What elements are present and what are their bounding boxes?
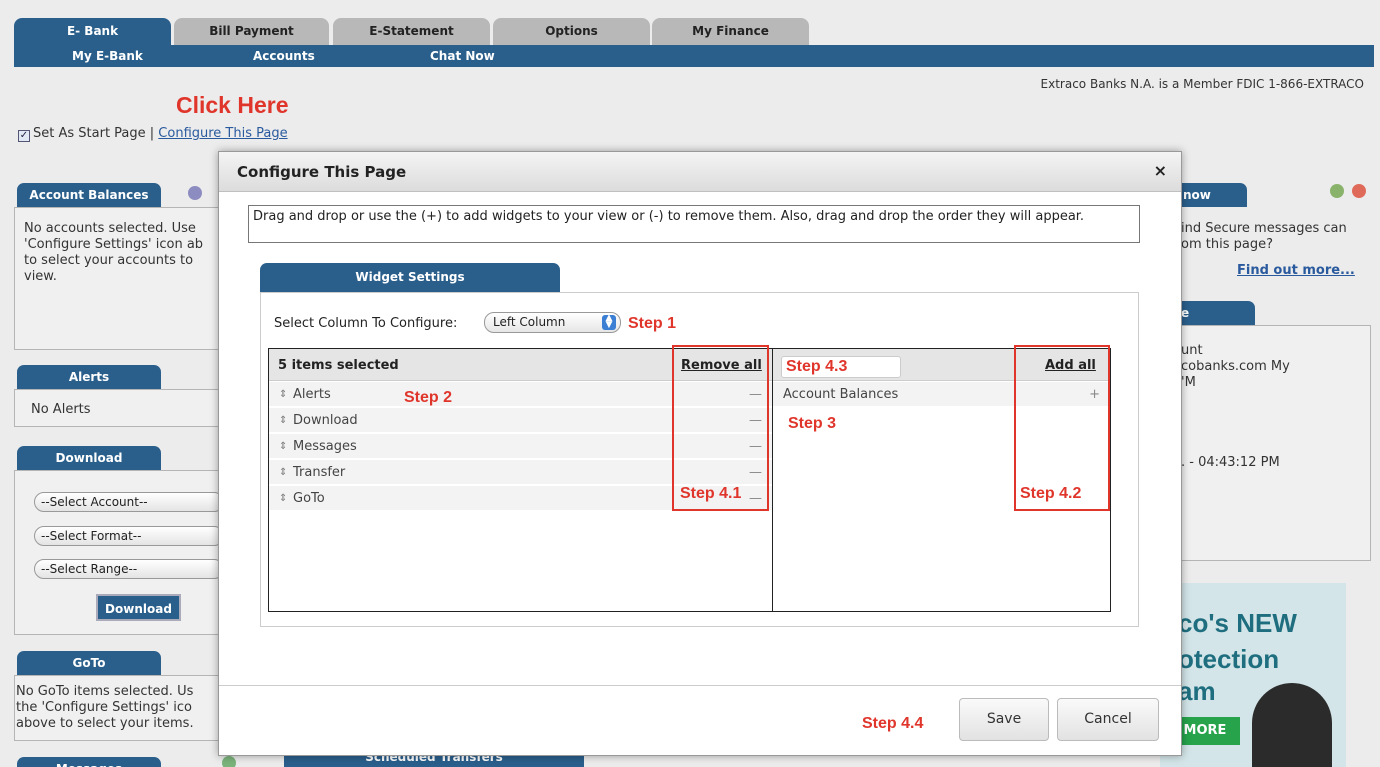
tab-bill-payment[interactable]: Bill Payment [174, 18, 329, 45]
select-range-dropdown[interactable]: --Select Range-- [34, 559, 224, 579]
account-balances-text: No accounts selected. Use 'Configure Set… [24, 221, 204, 284]
settings-icon[interactable] [188, 186, 202, 200]
widget-tab-download: Download [17, 446, 161, 470]
modal-instructions: Drag and drop or use the (+) to add widg… [248, 205, 1140, 243]
cancel-button[interactable]: Cancel [1057, 698, 1159, 741]
tab-widget-settings[interactable]: Widget Settings [260, 263, 560, 292]
widget-tab-goto: GoTo [17, 651, 161, 675]
modal-footer-divider [219, 685, 1181, 686]
subnav-chat-now[interactable]: Chat Now [430, 45, 495, 67]
find-out-more-link[interactable]: Find out more... [1237, 263, 1355, 279]
last-login-time: . - 04:43:12 PM [1181, 455, 1280, 470]
modal-header: Configure This Page × [219, 152, 1181, 192]
start-page-label: Set As Start Page | [33, 126, 155, 141]
drag-handle-icon[interactable]: ⇕ [279, 382, 287, 407]
fdic-notice: Extraco Banks N.A. is a Member FDIC 1-86… [1040, 77, 1364, 91]
info-text: unt cobanks.com My 'M [1181, 343, 1290, 390]
annotation-step-2: Step 2 [404, 389, 453, 406]
widget-tab-chat: now [1175, 183, 1247, 207]
promo-line-2: otection [1178, 644, 1280, 674]
start-page-row: ✓ Set As Start Page | Configure This Page [18, 126, 288, 142]
drag-handle-icon[interactable]: ⇕ [279, 460, 287, 485]
sub-navigation: My E-Bank Accounts Chat Now [14, 45, 1374, 67]
list-divider [772, 349, 773, 611]
annotation-step-4-2: Step 4.2 [1020, 485, 1082, 502]
widget-tab-info: e [1175, 301, 1255, 325]
tab-e-statement[interactable]: E-Statement [333, 18, 490, 45]
tab-options[interactable]: Options [493, 18, 650, 45]
column-select-value: Left Column [493, 315, 566, 329]
annotation-step-3: Step 3 [788, 415, 837, 432]
annotation-step-4-4: Step 4.4 [862, 715, 924, 732]
drag-handle-icon[interactable]: ⇕ [279, 434, 287, 459]
promo-banner[interactable]: co's NEW otection am MORE [1160, 583, 1346, 767]
download-button[interactable]: Download [96, 594, 181, 621]
close-icon[interactable] [1352, 184, 1366, 198]
widget-tab-alerts: Alerts [17, 365, 161, 389]
configure-page-modal: Configure This Page × Drag and drop or u… [218, 151, 1182, 756]
widget-tab-messages: Messages [17, 757, 161, 767]
refresh-icon[interactable] [1330, 184, 1344, 198]
annotation-step-1: Step 1 [628, 315, 677, 332]
save-button[interactable]: Save [959, 698, 1049, 741]
annotation-step-4-3: Step 4.3 [781, 356, 901, 378]
chat-text: ind Secure messages can om this page? [1181, 221, 1347, 252]
drag-handle-icon[interactable]: ⇕ [279, 408, 287, 433]
refresh-icon[interactable] [222, 756, 236, 767]
start-page-checkbox[interactable]: ✓ [18, 130, 30, 142]
column-select[interactable]: Left Column ▲ ▼ [484, 312, 621, 333]
drag-handle-icon[interactable]: ⇕ [279, 486, 287, 511]
annotation-click-here: Click Here [176, 92, 289, 118]
promo-figure-image [1252, 683, 1332, 767]
promo-line-3: am [1178, 676, 1216, 706]
chevron-updown-icon: ▲ ▼ [602, 314, 616, 330]
promo-line-1: co's NEW [1178, 608, 1297, 638]
subnav-my-e-bank[interactable]: My E-Bank [72, 45, 143, 67]
selected-count: 5 items selected [278, 358, 399, 373]
modal-title: Configure This Page [237, 163, 407, 181]
widget-tab-account-balances: Account Balances [17, 183, 161, 207]
alerts-text: No Alerts [31, 402, 91, 417]
tab-my-finance[interactable]: My Finance [652, 18, 809, 45]
select-format-dropdown[interactable]: --Select Format-- [34, 526, 224, 546]
subnav-accounts[interactable]: Accounts [253, 45, 315, 67]
goto-text: No GoTo items selected. Us the 'Configur… [16, 684, 194, 731]
close-icon[interactable]: × [1154, 161, 1167, 180]
column-select-label: Select Column To Configure: [274, 316, 458, 331]
annotation-step-4-1: Step 4.1 [680, 485, 742, 502]
tab-e-bank[interactable]: E- Bank [14, 18, 171, 45]
select-account-dropdown[interactable]: --Select Account-- [34, 492, 224, 512]
configure-page-link[interactable]: Configure This Page [158, 126, 287, 141]
